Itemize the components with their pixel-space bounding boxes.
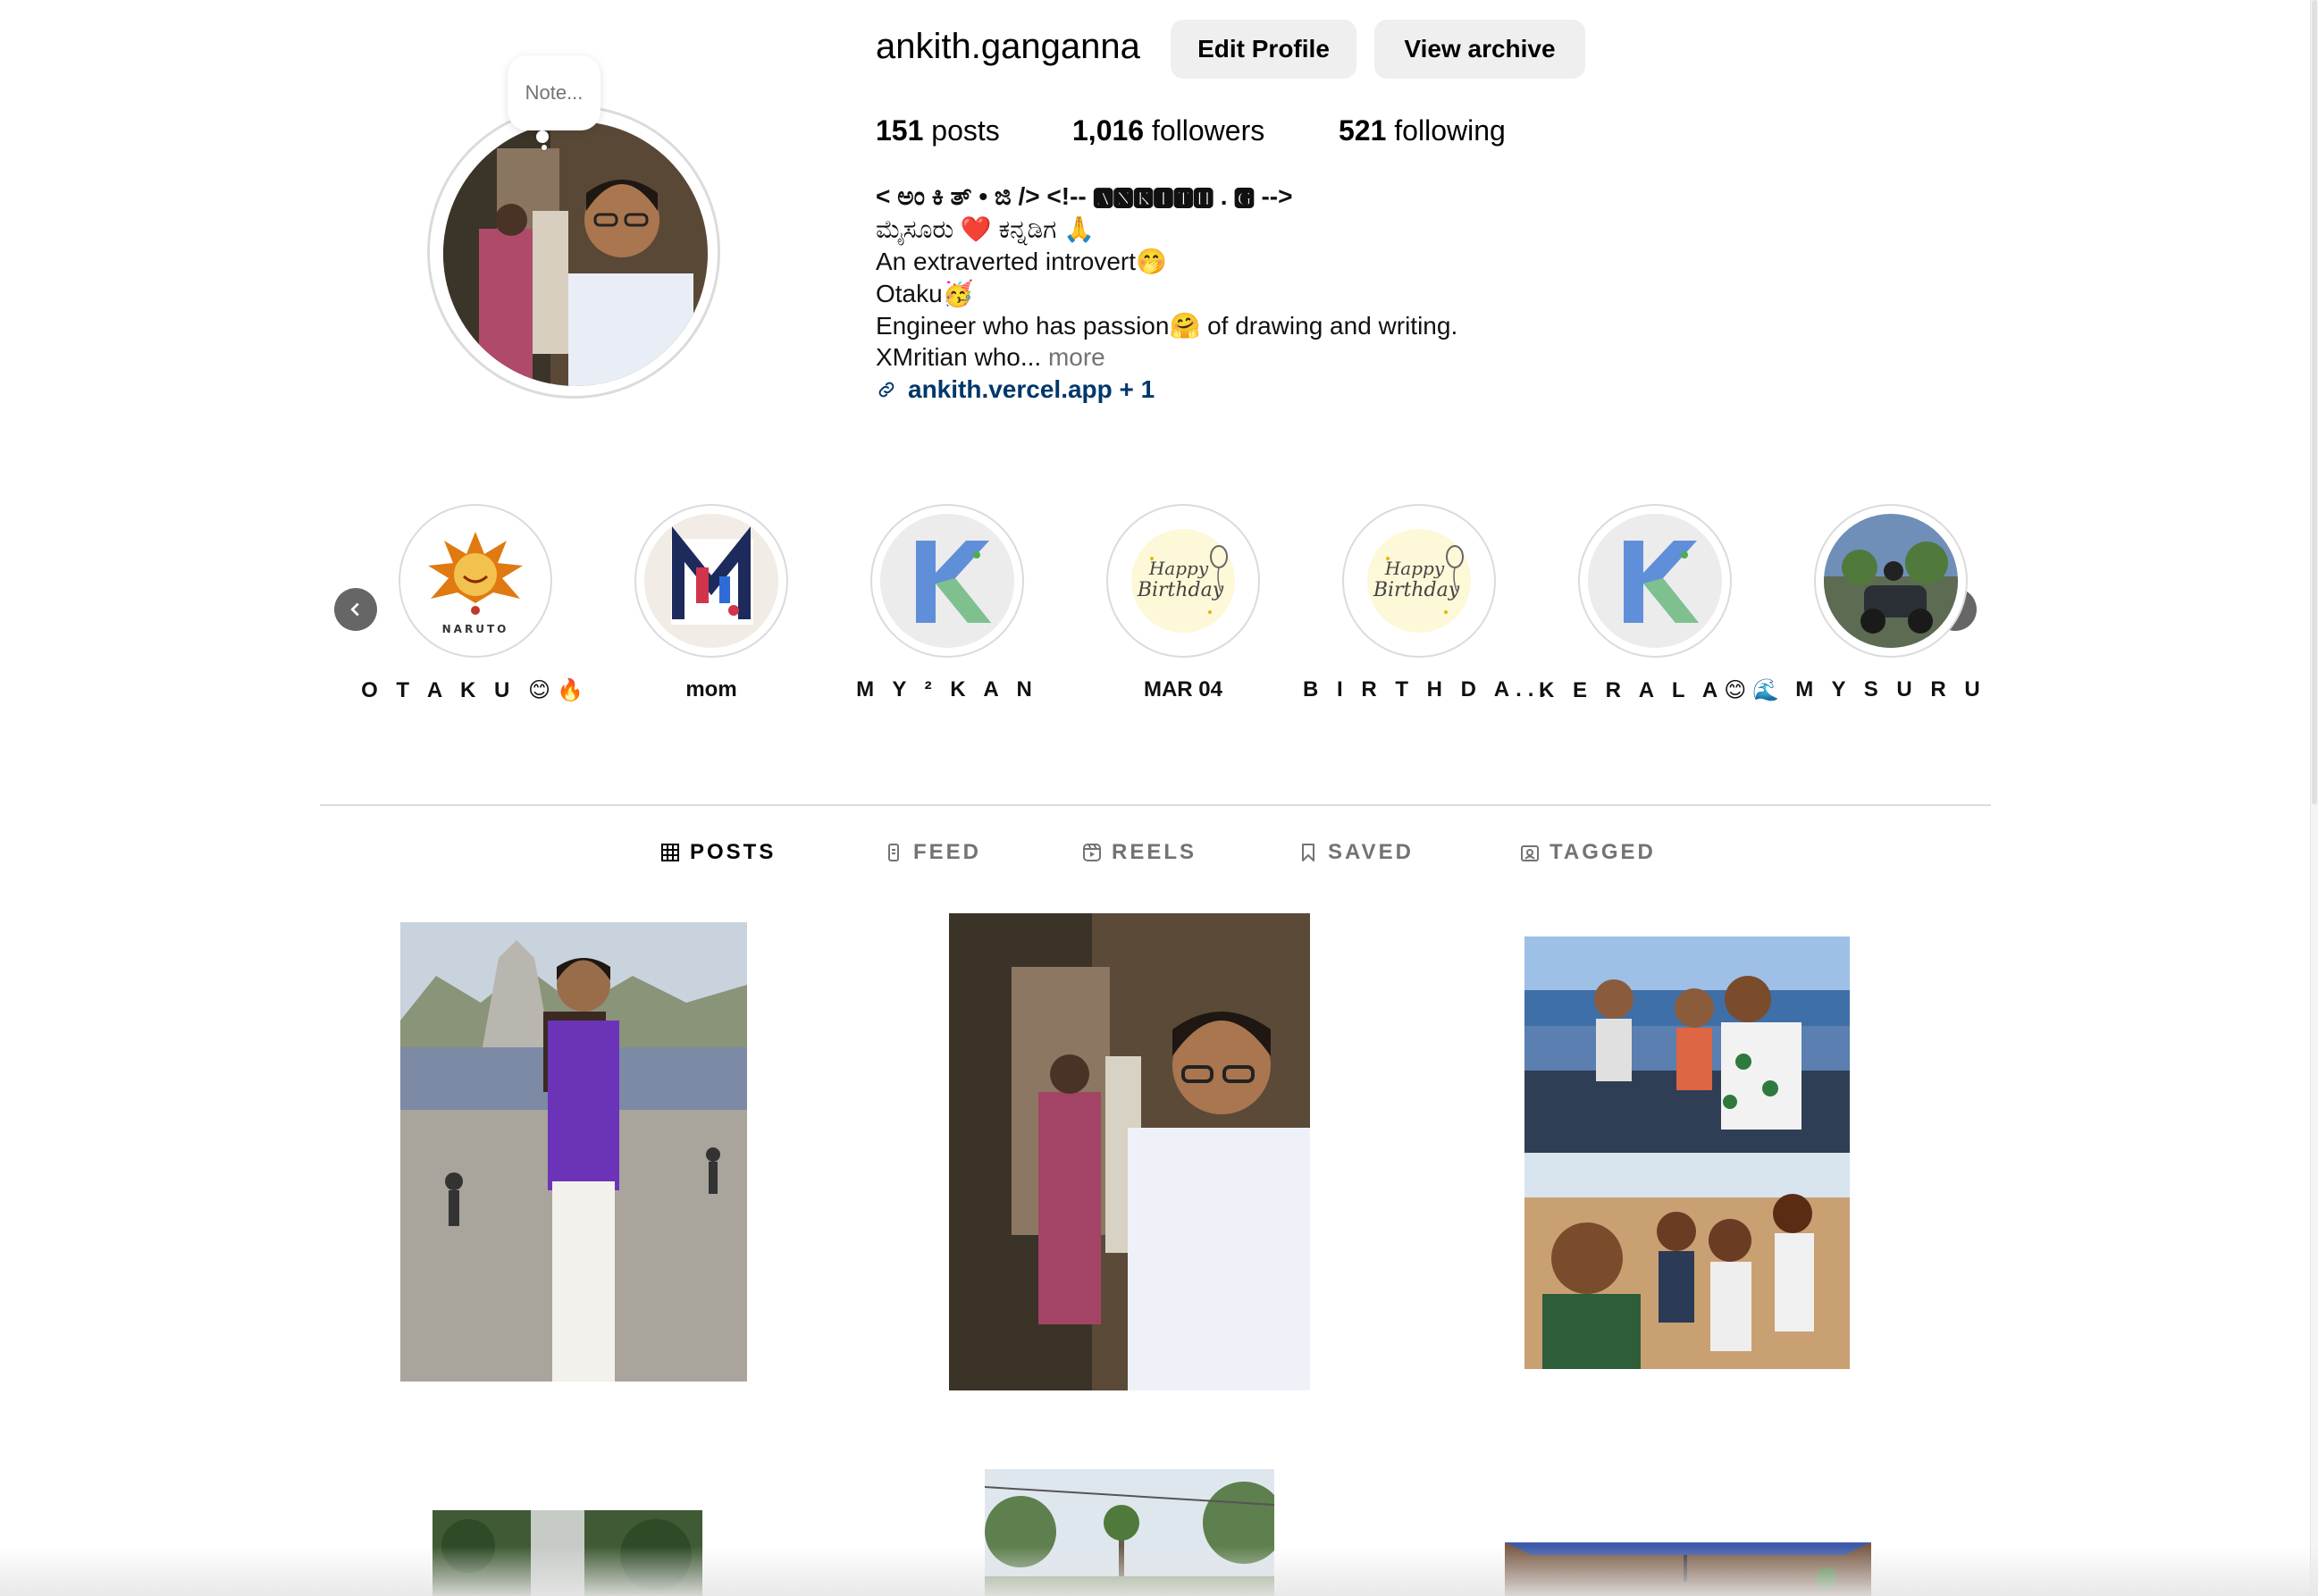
bike-photo-icon — [1824, 514, 1958, 648]
bookmark-icon — [1302, 844, 1314, 861]
profile-divider — [320, 804, 1991, 806]
tab-reels[interactable]: REELS — [1083, 840, 1197, 865]
happy-birthday-icon: Happy Birthday — [1116, 514, 1250, 648]
avatar[interactable] — [443, 122, 708, 386]
note-bubble[interactable]: Note... — [508, 55, 600, 130]
naruto-logo-icon: NARUTO — [408, 514, 542, 648]
svg-text:NARUTO: NARUTO — [442, 623, 509, 635]
bio-more-link[interactable]: more — [1048, 343, 1105, 371]
view-archive-button[interactable]: View archive — [1374, 20, 1585, 79]
highlight-item[interactable] — [1814, 504, 1968, 658]
note-bubble-tail-dot — [542, 145, 547, 150]
highlight-item[interactable]: Happy Birthday — [1342, 504, 1496, 658]
post-thumbnail[interactable] — [400, 922, 747, 1382]
tab-reels-label: REELS — [1112, 840, 1197, 864]
reels-icon — [1083, 844, 1101, 861]
highlight-item[interactable] — [634, 504, 788, 658]
followers-label: followers — [1151, 114, 1265, 147]
bio-link-text: ankith.vercel.app + 1 — [908, 375, 1155, 403]
bio-line: XMritian who... more — [876, 343, 1105, 372]
following-label: following — [1394, 114, 1506, 147]
bio-link[interactable]: ankith.vercel.app + 1 — [876, 375, 1155, 404]
svg-text:Birthday: Birthday — [1137, 579, 1224, 601]
bio-line: Otaku🥳 — [876, 280, 974, 307]
highlight-item[interactable]: NARUTO — [399, 504, 552, 658]
bio-line: ಮೈಸೂರು ❤️ ಕನ್ನಡಿಗ 🙏 — [876, 215, 1095, 243]
highlight-item[interactable] — [870, 504, 1024, 658]
highlight-label: B I R T H D A... — [1303, 677, 1553, 701]
tab-saved[interactable]: SAVED — [1299, 840, 1414, 865]
highlight-label: mom — [685, 677, 737, 701]
scrollbar-thumb[interactable] — [2312, 0, 2317, 804]
note-bubble-tail — [536, 130, 549, 143]
highlights-prev-button[interactable] — [334, 588, 377, 631]
grid-icon — [661, 844, 679, 861]
svg-text:Happy: Happy — [1148, 558, 1209, 579]
link-icon — [878, 382, 894, 398]
post-thumbnail[interactable] — [949, 913, 1310, 1390]
posts-label: posts — [931, 114, 1000, 147]
bio-line: An extraverted introvert🤭 — [876, 248, 1167, 275]
phone-icon — [888, 844, 899, 861]
profile-username: ankith.ganganna — [876, 27, 1140, 66]
svg-text:Birthday: Birthday — [1373, 579, 1460, 601]
highlight-label: K E R A L A😊🌊 — [1539, 678, 1786, 702]
highlight-item[interactable]: Happy Birthday — [1106, 504, 1260, 658]
tab-posts[interactable]: POSTS — [661, 840, 776, 865]
page-scrollbar[interactable] — [2310, 0, 2318, 1596]
bio-line: < ಅಂ ಕಿ ತ್ • ಜಿ /> <!-- 🅰🅽🅺🅸🆃🅷 . 🅶 --> — [876, 182, 1293, 210]
note-placeholder: Note... — [525, 81, 584, 104]
svg-text:Happy: Happy — [1384, 558, 1445, 579]
letter-k-icon — [880, 514, 1014, 648]
post-thumbnail[interactable] — [1524, 937, 1850, 1369]
tab-posts-label: POSTS — [690, 840, 777, 864]
highlight-label: MAR 04 — [1143, 677, 1223, 701]
following-stat[interactable]: 521 following — [1339, 114, 1506, 147]
tab-tagged[interactable]: TAGGED — [1521, 840, 1656, 865]
bottom-shadow — [0, 1546, 2318, 1596]
tab-feed-label: FEED — [913, 840, 982, 864]
highlight-label: M Y S U R U — [1795, 677, 1986, 701]
posts-count: 151 — [876, 114, 924, 147]
letter-m-icon — [644, 514, 778, 648]
bio-truncated-text: XMritian who... — [876, 343, 1042, 371]
followers-stat[interactable]: 1,016 followers — [1072, 114, 1264, 147]
happy-birthday-icon: Happy Birthday — [1352, 514, 1486, 648]
chevron-left-icon — [350, 602, 359, 617]
tab-tagged-label: TAGGED — [1550, 840, 1656, 864]
highlight-label: M Y ² K A N — [856, 677, 1038, 701]
letter-k-icon — [1588, 514, 1722, 648]
tab-feed[interactable]: FEED — [885, 840, 981, 865]
highlight-label: O T A K U 😊🔥 — [361, 678, 590, 702]
tab-saved-label: SAVED — [1328, 840, 1414, 864]
edit-profile-button[interactable]: Edit Profile — [1171, 20, 1356, 79]
tag-person-icon — [1521, 845, 1539, 861]
bio-line: Engineer who has passion🤗 of drawing and… — [876, 312, 1458, 340]
posts-count-stat: 151 posts — [876, 114, 1000, 147]
highlight-item[interactable] — [1578, 504, 1732, 658]
following-count: 521 — [1339, 114, 1387, 147]
followers-count: 1,016 — [1072, 114, 1145, 147]
